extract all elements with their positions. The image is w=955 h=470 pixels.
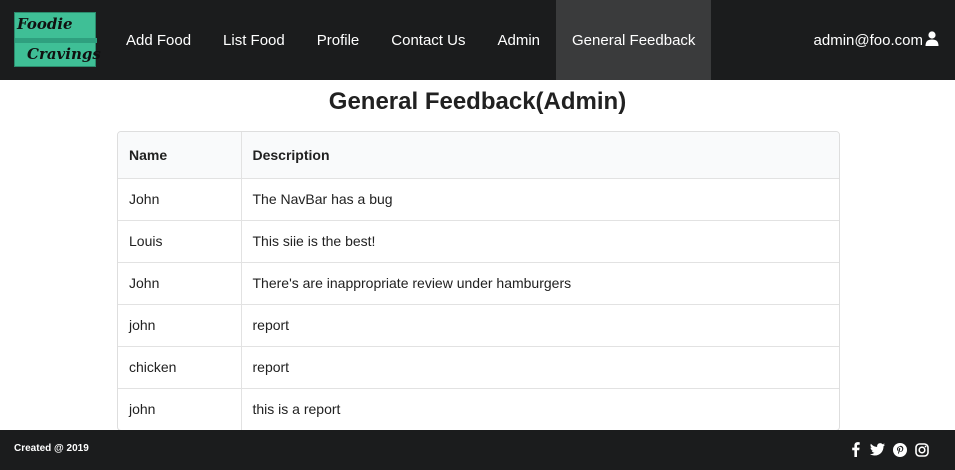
logo-line-2: Cravings <box>27 45 101 63</box>
nav-item-list-food[interactable]: List Food <box>207 0 301 80</box>
column-header-name: Name <box>118 132 242 179</box>
cell-description: The NavBar has a bug <box>241 178 839 221</box>
nav-item-admin[interactable]: Admin <box>481 0 556 80</box>
table-row: john report <box>118 304 839 347</box>
cell-name: John <box>118 178 242 221</box>
cell-description: There's are inappropriate review under h… <box>241 262 839 305</box>
brand-logo[interactable]: Foodie Cravings <box>14 12 101 67</box>
cell-description: report <box>241 304 839 347</box>
instagram-icon[interactable] <box>914 442 929 457</box>
cell-description: This siie is the best! <box>241 220 839 263</box>
social-links <box>848 442 929 457</box>
column-header-description: Description <box>241 132 839 179</box>
cell-name: john <box>118 388 242 430</box>
pinterest-icon[interactable] <box>892 442 907 457</box>
navbar: Foodie Cravings Add Food List Food Profi… <box>0 0 955 80</box>
logo-line-1: Foodie <box>17 15 73 33</box>
cell-description: report <box>241 346 839 389</box>
nav-item-contact-us[interactable]: Contact Us <box>375 0 481 80</box>
footer-created: Created @ 2019 <box>14 443 89 454</box>
table-row: john this is a report <box>118 388 839 430</box>
nav-menu: Add Food List Food Profile Contact Us Ad… <box>110 0 712 80</box>
cell-name: john <box>118 304 242 347</box>
table-row: Louis This siie is the best! <box>118 220 839 263</box>
feedback-table: Name Description John The NavBar has a b… <box>117 131 840 431</box>
logo-stripe <box>15 38 97 43</box>
table-header-row: Name Description <box>118 132 839 179</box>
cell-name: John <box>118 262 242 305</box>
footer: Created @ 2019 <box>0 430 955 470</box>
user-icon <box>923 30 939 50</box>
nav-item-profile[interactable]: Profile <box>301 0 376 80</box>
cell-name: chicken <box>118 346 242 389</box>
cell-description: this is a report <box>252 401 341 418</box>
nav-item-general-feedback[interactable]: General Feedback <box>556 0 712 80</box>
table-row: John The NavBar has a bug <box>118 178 839 221</box>
user-menu[interactable]: admin@foo.com <box>814 0 939 80</box>
cell-name: Louis <box>118 220 242 263</box>
twitter-icon[interactable] <box>870 442 885 457</box>
nav-item-add-food[interactable]: Add Food <box>110 0 207 80</box>
user-email: admin@foo.com <box>813 31 923 49</box>
page-title: General Feedback(Admin) <box>328 88 627 115</box>
table-row: John There's are inappropriate review un… <box>118 262 839 305</box>
facebook-icon[interactable] <box>848 442 863 457</box>
table-row: chicken report <box>118 346 839 389</box>
